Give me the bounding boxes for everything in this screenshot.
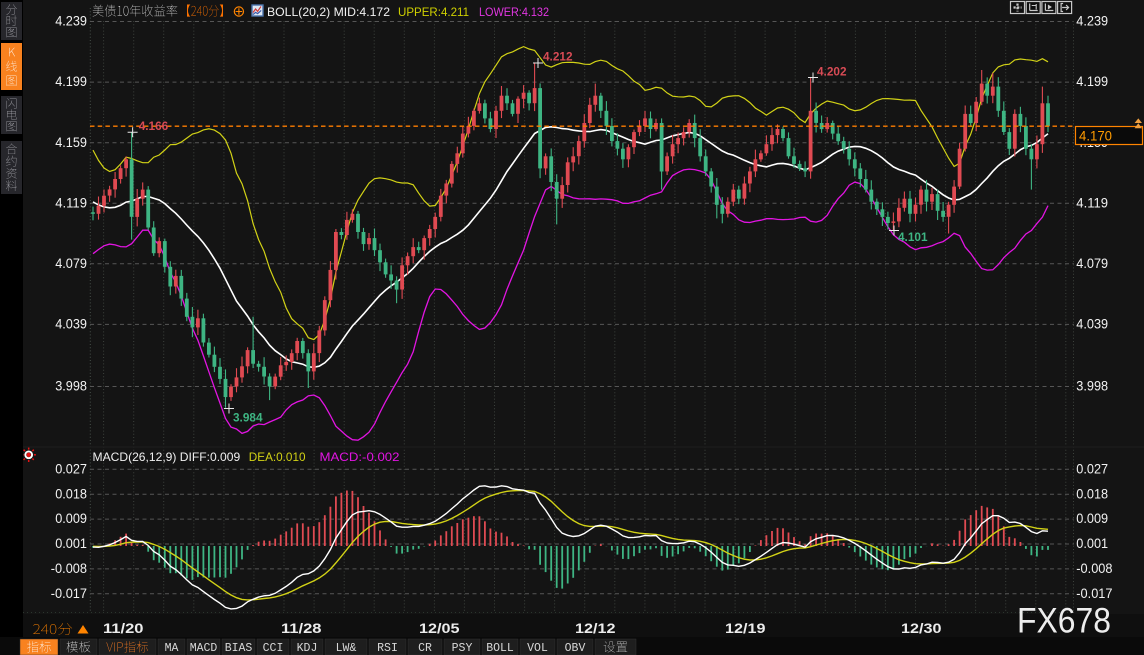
svg-text:4.199: 4.199 [1076, 74, 1108, 89]
svg-text:KDJ: KDJ [297, 642, 318, 655]
svg-text:BOLL(20,2) MID:4.172: BOLL(20,2) MID:4.172 [267, 5, 390, 19]
svg-text:3.998: 3.998 [55, 379, 87, 394]
svg-text:DEA:0.010: DEA:0.010 [249, 450, 306, 464]
svg-text:UPPER:4.211: UPPER:4.211 [398, 5, 469, 19]
svg-text:0.009: 0.009 [55, 511, 87, 526]
svg-text:4.039: 4.039 [55, 316, 87, 331]
svg-text:MACD(26,12,9) DIFF:0.009: MACD(26,12,9) DIFF:0.009 [93, 450, 241, 464]
svg-text:PSY: PSY [452, 642, 473, 655]
svg-text:LW&: LW& [336, 642, 357, 655]
svg-text:12/12: 12/12 [575, 621, 616, 636]
svg-text:4.119: 4.119 [55, 195, 87, 210]
svg-text:CCI: CCI [263, 642, 284, 655]
svg-text:FX678: FX678 [1017, 602, 1111, 641]
svg-text:4.101: 4.101 [898, 230, 928, 244]
svg-text:-0.017: -0.017 [51, 586, 87, 601]
svg-text:0.009: 0.009 [1076, 511, 1108, 526]
svg-text:4.239: 4.239 [1076, 14, 1108, 29]
svg-text:-0.017: -0.017 [1076, 586, 1112, 601]
svg-text:4.079: 4.079 [1076, 256, 1108, 271]
svg-text:MACD: MACD [190, 642, 218, 655]
svg-text:OBV: OBV [565, 642, 586, 655]
svg-text:VOL: VOL [527, 642, 548, 655]
svg-text:3.984: 3.984 [233, 411, 263, 425]
svg-text:0.027: 0.027 [1076, 461, 1108, 476]
svg-text:4.159: 4.159 [55, 135, 87, 150]
svg-text:MACD:-0.002: MACD:-0.002 [320, 450, 400, 464]
svg-text:-0.008: -0.008 [1076, 561, 1112, 576]
svg-text:11/28: 11/28 [281, 621, 322, 636]
svg-text:BIAS: BIAS [225, 642, 253, 655]
svg-text:3.998: 3.998 [1076, 379, 1108, 394]
svg-text:12/30: 12/30 [901, 621, 942, 636]
svg-text:0.027: 0.027 [55, 461, 87, 476]
svg-text:MA: MA [165, 642, 179, 655]
svg-text:-0.008: -0.008 [51, 561, 87, 576]
svg-text:4.170: 4.170 [1079, 127, 1112, 143]
svg-text:12/19: 12/19 [725, 621, 766, 636]
svg-text:12/05: 12/05 [419, 621, 460, 636]
svg-text:0.001: 0.001 [55, 536, 87, 551]
svg-text:RSI: RSI [377, 642, 398, 655]
svg-text:4.039: 4.039 [1076, 316, 1108, 331]
svg-text:CR: CR [418, 642, 432, 655]
svg-text:0.001: 0.001 [1076, 536, 1108, 551]
svg-text:BOLL: BOLL [486, 642, 514, 655]
svg-text:0.018: 0.018 [1076, 486, 1108, 501]
svg-text:4.212: 4.212 [543, 50, 573, 64]
svg-text:4.239: 4.239 [55, 14, 87, 29]
svg-text:0.018: 0.018 [55, 486, 87, 501]
svg-text:4.119: 4.119 [1076, 195, 1108, 210]
svg-text:11/20: 11/20 [103, 621, 144, 636]
svg-text:4.079: 4.079 [55, 256, 87, 271]
svg-text:LOWER:4.132: LOWER:4.132 [479, 5, 549, 19]
svg-text:4.166: 4.166 [139, 119, 169, 133]
svg-text:4.202: 4.202 [817, 65, 847, 79]
svg-text:4.199: 4.199 [55, 74, 87, 89]
